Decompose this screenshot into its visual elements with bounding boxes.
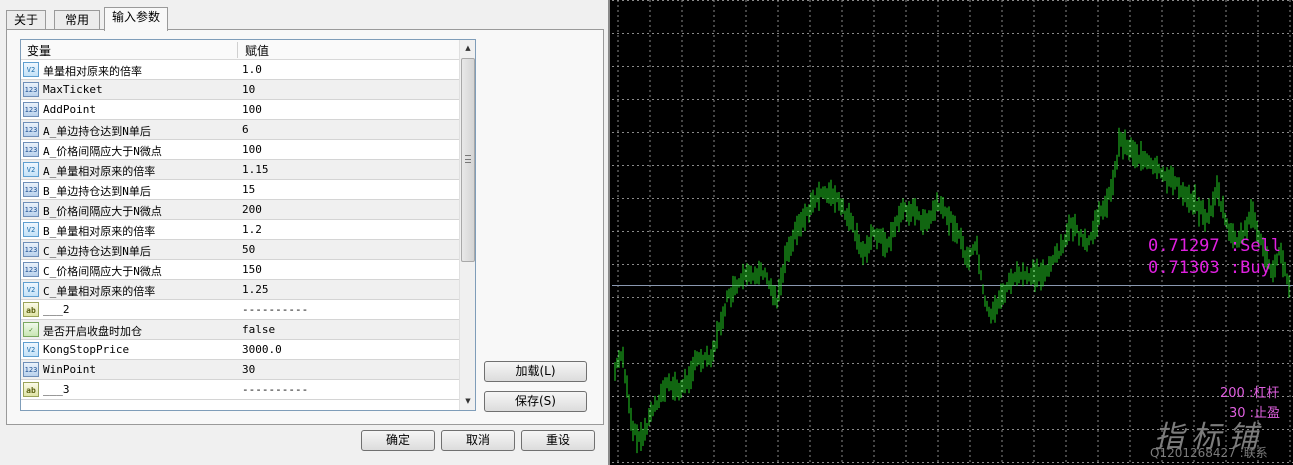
parameter-row[interactable]: V2 A_单量相对原来的倍率 1.15 [21, 160, 459, 180]
parameter-name: A_价格间隔应大于N微点 [43, 145, 162, 158]
parameter-row[interactable]: V2 单量相对原来的倍率 1.0 [21, 60, 459, 80]
integer-type-icon: 123 [23, 122, 39, 137]
integer-type-icon: 123 [23, 82, 39, 97]
parameter-row[interactable]: ab ___2 ---------- [21, 300, 459, 320]
parameter-name: 是否开启收盘时加仓 [43, 325, 142, 338]
parameter-value[interactable]: 1.0 [242, 63, 262, 76]
grip-icon [465, 155, 471, 163]
parameter-row[interactable]: 123 B_价格间隔应大于N微点 200 [21, 200, 459, 220]
properties-dialog: 关于 常用 输入参数 变量 赋值 V2 单量相对原来的倍率 1.0 123 MaxTic… [0, 0, 610, 465]
parameter-name: ___3 [43, 383, 70, 396]
parameter-value[interactable]: 30 [242, 363, 255, 376]
load-button[interactable]: 加载(L) [484, 361, 587, 382]
parameter-name: B_单边持仓达到N单后 [43, 185, 151, 198]
parameter-value[interactable]: 1.2 [242, 223, 262, 236]
tab-about[interactable]: 关于 [6, 10, 46, 30]
double-type-icon: V2 [23, 162, 39, 177]
integer-type-icon: 123 [23, 362, 39, 377]
parameter-name: C_单量相对原来的倍率 [43, 285, 156, 298]
parameter-value[interactable]: 10 [242, 83, 255, 96]
save-button[interactable]: 保存(S) [484, 391, 587, 412]
parameter-row[interactable]: V2 C_单量相对原来的倍率 1.25 [21, 280, 459, 300]
parameter-value[interactable]: 100 [242, 103, 262, 116]
parameter-name: 单量相对原来的倍率 [43, 65, 142, 78]
parameter-name: B_价格间隔应大于N微点 [43, 205, 162, 218]
parameter-value[interactable]: 6 [242, 123, 249, 136]
integer-type-icon: 123 [23, 142, 39, 157]
parameter-name: A_单量相对原来的倍率 [43, 165, 156, 178]
tab-common[interactable]: 常用 [54, 10, 100, 30]
integer-type-icon: 123 [23, 262, 39, 277]
parameter-name: C_单边持仓达到N单后 [43, 245, 151, 258]
column-header-variable[interactable]: 变量 [27, 42, 51, 59]
parameter-name: WinPoint [43, 363, 96, 376]
parameter-row[interactable]: 123 A_单边持仓达到N单后 6 [21, 120, 459, 140]
parameter-name: B_单量相对原来的倍率 [43, 225, 156, 238]
price-chart[interactable]: 0.71297 :Sell 0.71303 :Buy 200 :杠杆 30 :止… [612, 0, 1293, 465]
parameter-value[interactable]: 150 [242, 263, 262, 276]
double-type-icon: V2 [23, 222, 39, 237]
parameter-name: MaxTicket [43, 83, 103, 96]
parameter-value[interactable]: false [242, 323, 275, 336]
reset-button[interactable]: 重设 [521, 430, 595, 451]
parameter-name: AddPoint [43, 103, 96, 116]
grid-header: 变量 赋值 [21, 40, 459, 60]
integer-type-icon: 123 [23, 242, 39, 257]
double-type-icon: V2 [23, 62, 39, 77]
double-type-icon: V2 [23, 342, 39, 357]
parameter-value[interactable]: 1.15 [242, 163, 269, 176]
parameter-value[interactable]: 100 [242, 143, 262, 156]
string-type-icon: ab [23, 302, 39, 317]
parameter-row[interactable]: 123 A_价格间隔应大于N微点 100 [21, 140, 459, 160]
parameter-row[interactable]: 123 C_单边持仓达到N单后 50 [21, 240, 459, 260]
parameter-value[interactable]: ---------- [242, 383, 308, 396]
parameter-row[interactable]: 123 WinPoint 30 [21, 360, 459, 380]
parameter-name: ___2 [43, 303, 70, 316]
scroll-down-arrow-icon[interactable]: ▼ [460, 393, 475, 410]
ok-button[interactable]: 确定 [361, 430, 435, 451]
parameter-name: C_价格间隔应大于N微点 [43, 265, 162, 278]
bool-type-icon: ✓ [23, 322, 39, 337]
column-divider[interactable] [237, 42, 238, 58]
parameter-value[interactable]: ---------- [242, 303, 308, 316]
scroll-up-arrow-icon[interactable]: ▲ [460, 40, 475, 57]
integer-type-icon: 123 [23, 182, 39, 197]
parameter-row[interactable]: ✓ 是否开启收盘时加仓 false [21, 320, 459, 340]
tab-inputs[interactable]: 输入参数 [104, 7, 168, 31]
parameter-value[interactable]: 200 [242, 203, 262, 216]
parameter-value[interactable]: 15 [242, 183, 255, 196]
chart-canvas [612, 0, 1293, 465]
parameter-row[interactable]: 123 AddPoint 100 [21, 100, 459, 120]
column-header-value[interactable]: 赋值 [245, 42, 269, 59]
buy-price-label: 0.71303 :Buy [1148, 258, 1271, 278]
integer-type-icon: 123 [23, 202, 39, 217]
parameter-row[interactable]: 123 C_价格间隔应大于N微点 150 [21, 260, 459, 280]
cancel-button[interactable]: 取消 [441, 430, 515, 451]
sell-price-label: 0.71297 :Sell [1148, 236, 1282, 256]
integer-type-icon: 123 [23, 102, 39, 117]
parameter-value[interactable]: 50 [242, 243, 255, 256]
scroll-thumb[interactable] [461, 58, 475, 262]
leverage-label: 200 :杠杆 [1220, 386, 1280, 401]
double-type-icon: V2 [23, 282, 39, 297]
parameter-row[interactable]: ab ___3 ---------- [21, 380, 459, 400]
parameter-row[interactable]: V2 B_单量相对原来的倍率 1.2 [21, 220, 459, 240]
parameter-value[interactable]: 1.25 [242, 283, 269, 296]
parameter-name: KongStopPrice [43, 343, 130, 356]
parameter-row[interactable]: 123 MaxTicket 10 [21, 80, 459, 100]
parameters-grid: 变量 赋值 V2 单量相对原来的倍率 1.0 123 MaxTicket 10 123 Add… [20, 39, 476, 411]
parameter-row[interactable]: 123 B_单边持仓达到N单后 15 [21, 180, 459, 200]
parameter-row[interactable]: V2 KongStopPrice 3000.0 [21, 340, 459, 360]
string-type-icon: ab [23, 382, 39, 397]
parameter-name: A_单边持仓达到N单后 [43, 125, 151, 138]
vertical-scrollbar[interactable]: ▲ ▼ [459, 40, 475, 410]
parameter-value[interactable]: 3000.0 [242, 343, 282, 356]
contact-label: Q1201268427 :联系 [1150, 446, 1268, 460]
